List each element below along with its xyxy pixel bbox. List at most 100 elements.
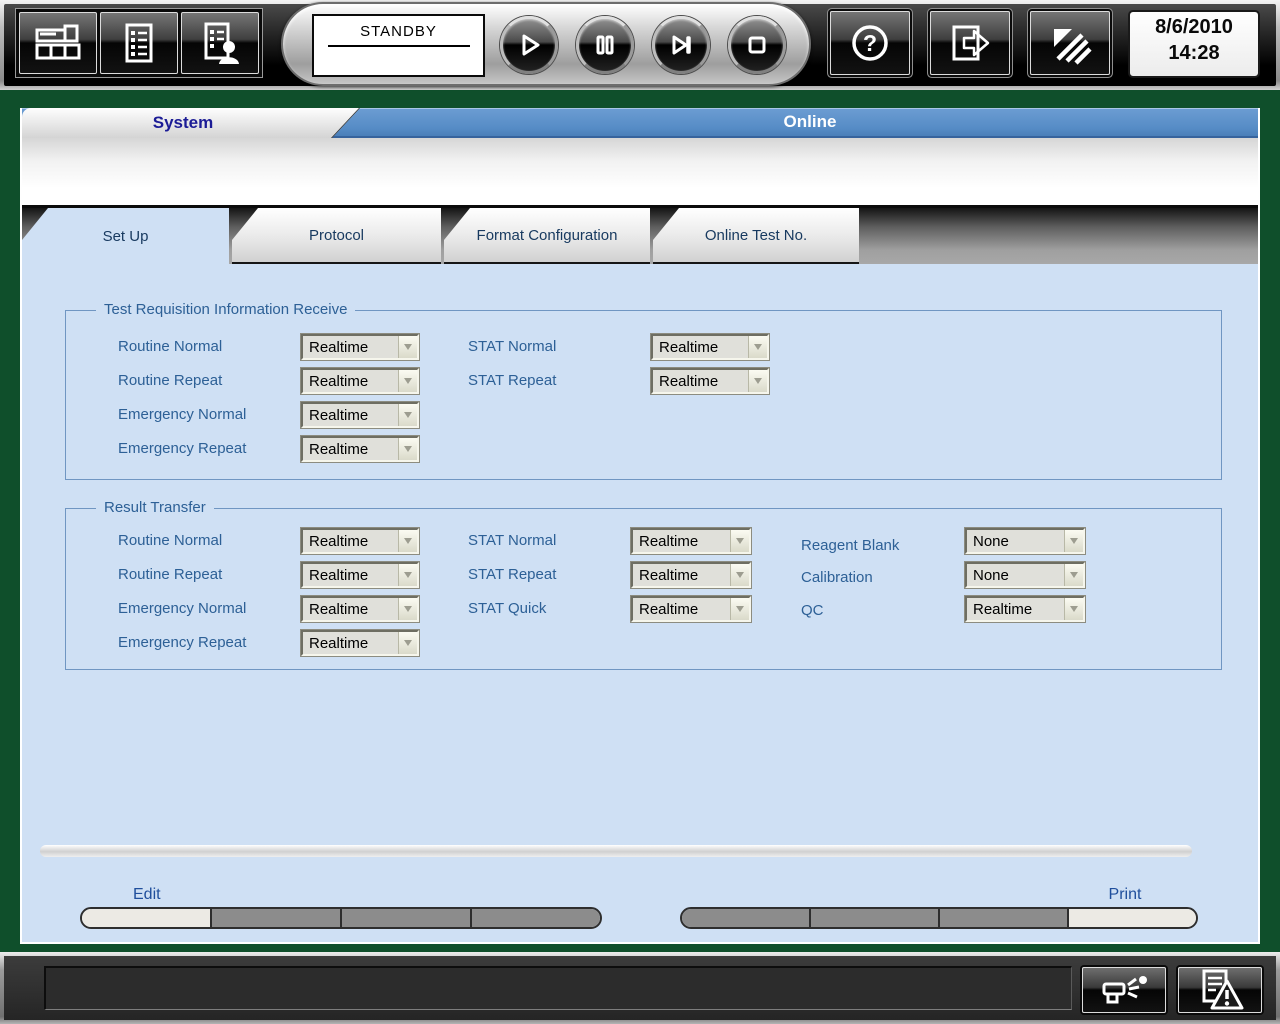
- footer-divider: [40, 845, 1192, 857]
- status-text: STANDBY: [360, 23, 437, 40]
- stat-normal-receive-select[interactable]: Realtime: [650, 333, 770, 361]
- system-menu-tab[interactable]: System: [22, 108, 360, 138]
- dropdown-arrow-icon: [748, 336, 767, 358]
- dropdown-arrow-icon: [398, 370, 417, 392]
- barcode-scanner-button[interactable]: [1082, 967, 1166, 1013]
- field-label: STAT Normal: [468, 532, 557, 549]
- barcode-scanner-icon: [1102, 976, 1147, 1004]
- left-bar-segment-2[interactable]: [212, 909, 342, 927]
- header-band: [22, 138, 1258, 208]
- field-label: Routine Normal: [118, 532, 223, 549]
- start-button[interactable]: [500, 16, 558, 74]
- routine-repeat-transfer-select[interactable]: Realtime: [300, 561, 420, 589]
- field-label: QC: [801, 602, 824, 619]
- stop-button[interactable]: [728, 16, 786, 74]
- edit-button[interactable]: [82, 909, 212, 927]
- field-label: Routine Repeat: [118, 566, 223, 583]
- worklist-button[interactable]: [100, 12, 178, 74]
- group-result-transfer: Result Transfer Routine Normal Realtime …: [65, 499, 1222, 670]
- help-button[interactable]: ?: [830, 11, 910, 75]
- emergency-normal-receive-select[interactable]: Realtime: [300, 401, 420, 429]
- analyzer-menu-button[interactable]: [19, 12, 97, 74]
- dropdown-arrow-icon: [730, 564, 749, 586]
- stat-repeat-receive-select[interactable]: Realtime: [650, 367, 770, 395]
- stat-repeat-transfer-select[interactable]: Realtime: [630, 561, 752, 589]
- dropdown-arrow-icon: [398, 438, 417, 460]
- status-display: STANDBY: [312, 14, 485, 77]
- date-text: 8/6/2010: [1155, 16, 1233, 38]
- sampler-stop-button[interactable]: [652, 16, 710, 74]
- field-label: Calibration: [801, 569, 873, 586]
- tab-format-configuration[interactable]: Format Configuration: [444, 208, 650, 264]
- document-warning-icon: [1202, 969, 1244, 1010]
- reagent-blank-transfer-select[interactable]: None: [964, 527, 1086, 555]
- dropdown-arrow-icon: [398, 598, 417, 620]
- print-button[interactable]: [1069, 909, 1196, 927]
- patient-list-button[interactable]: [181, 12, 259, 74]
- right-bar-segment-2[interactable]: [811, 909, 940, 927]
- tab-online-test-no[interactable]: Online Test No.: [653, 208, 859, 264]
- main-panel: Online System Set Up Protocol Format Con…: [20, 108, 1260, 944]
- field-label: Emergency Repeat: [118, 440, 247, 457]
- svg-text:?: ?: [863, 30, 877, 56]
- play-icon: [522, 34, 540, 56]
- diagonal-stripes-icon: [1054, 29, 1092, 65]
- datetime-display: 8/6/2010 14:28: [1128, 10, 1260, 78]
- group-title: Test Requisition Information Receive: [96, 301, 356, 318]
- routine-normal-transfer-select[interactable]: Realtime: [300, 527, 420, 555]
- group-test-requisition-receive: Test Requisition Information Receive Rou…: [65, 301, 1222, 480]
- print-label: Print: [1108, 886, 1142, 903]
- left-bar-segment-4[interactable]: [472, 909, 600, 927]
- tab-set-up[interactable]: Set Up: [22, 208, 229, 264]
- bottom-status-inner: [4, 956, 1276, 1020]
- emergency-repeat-receive-select[interactable]: Realtime: [300, 435, 420, 463]
- routine-normal-receive-select[interactable]: Realtime: [300, 333, 420, 361]
- field-label: Routine Repeat: [118, 372, 223, 389]
- stat-quick-transfer-select[interactable]: Realtime: [630, 595, 752, 623]
- emergency-normal-transfer-select[interactable]: Realtime: [300, 595, 420, 623]
- menu-button-group: [15, 8, 263, 78]
- field-label: Reagent Blank: [801, 537, 900, 554]
- field-label: Emergency Normal: [118, 406, 247, 423]
- screen-title: Online: [783, 112, 837, 131]
- dropdown-arrow-icon: [398, 564, 417, 586]
- tab-protocol[interactable]: Protocol: [232, 208, 441, 264]
- time-text: 14:28: [1168, 42, 1220, 64]
- dropdown-arrow-icon: [748, 370, 767, 392]
- pause-icon: [596, 35, 614, 55]
- left-bar-segment-3[interactable]: [342, 909, 472, 927]
- right-bar-segment-3[interactable]: [940, 909, 1069, 927]
- calibration-transfer-select[interactable]: None: [964, 561, 1086, 589]
- stat-normal-transfer-select[interactable]: Realtime: [630, 527, 752, 555]
- pause-button[interactable]: [576, 16, 634, 74]
- dropdown-arrow-icon: [1064, 564, 1083, 586]
- qc-transfer-select[interactable]: Realtime: [964, 595, 1086, 623]
- dropdown-arrow-icon: [398, 404, 417, 426]
- field-label: Routine Normal: [118, 338, 223, 355]
- screen: STANDBY ? 8/6/2010 14:28 Online System S…: [0, 0, 1280, 1024]
- left-function-bar: [80, 907, 602, 929]
- help-icon: ?: [852, 25, 888, 61]
- logoff-icon: [952, 25, 990, 61]
- field-label: Emergency Repeat: [118, 634, 247, 651]
- top-toolbar: STANDBY ? 8/6/2010 14:28: [0, 0, 1280, 90]
- emergency-repeat-transfer-select[interactable]: Realtime: [300, 629, 420, 657]
- dropdown-arrow-icon: [730, 530, 749, 552]
- run-control-panel: STANDBY: [281, 2, 811, 86]
- field-label: STAT Repeat: [468, 566, 557, 583]
- patient-list-icon: [204, 22, 239, 64]
- field-label: STAT Repeat: [468, 372, 557, 389]
- diagonal-stripes-button[interactable]: [1030, 11, 1110, 75]
- logoff-button[interactable]: [930, 11, 1010, 75]
- error-log-button[interactable]: [1178, 967, 1262, 1013]
- field-label: STAT Quick: [468, 600, 547, 617]
- field-label: STAT Normal: [468, 338, 557, 355]
- status-underline: [327, 45, 470, 47]
- right-function-bar: [680, 907, 1198, 929]
- routine-repeat-receive-select[interactable]: Realtime: [300, 367, 420, 395]
- worklist-icon: [125, 23, 153, 63]
- dropdown-arrow-icon: [730, 598, 749, 620]
- right-bar-segment-1[interactable]: [682, 909, 811, 927]
- dropdown-arrow-icon: [398, 632, 417, 654]
- field-label: Emergency Normal: [118, 600, 247, 617]
